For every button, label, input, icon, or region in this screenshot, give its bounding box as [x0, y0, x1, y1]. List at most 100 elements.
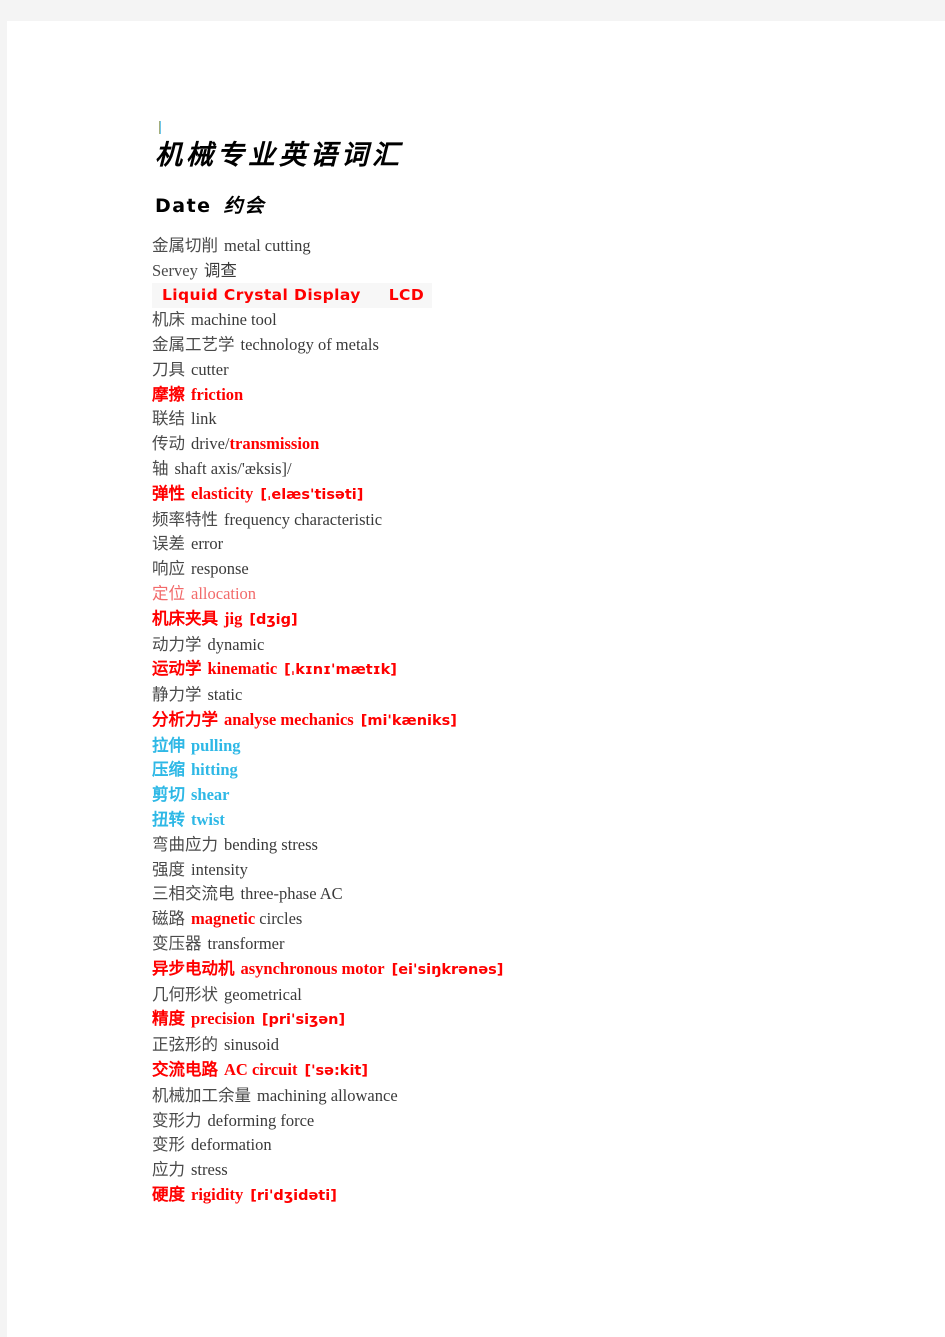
vocabulary-row: 传动 drive/transmission — [152, 432, 912, 457]
vocabulary-pronunciation: [ˌkɪnɪ'mætɪk] — [284, 662, 397, 679]
vocabulary-row: 弹性 elasticity [ˌelæs'tisəti] — [152, 482, 912, 508]
vocabulary-row: 应力 stress — [152, 1158, 912, 1183]
vocabulary-term: 频率特性 — [152, 509, 218, 529]
vocabulary-gloss: precision — [191, 1009, 255, 1029]
vocabulary-term: 变形力 — [152, 1110, 202, 1130]
vocabulary-row: 金属工艺学 technology of metals — [152, 333, 912, 358]
vocabulary-gloss: shear — [191, 785, 230, 805]
vocabulary-term: 动力学 — [152, 634, 202, 654]
vocabulary-term: 剪切 — [152, 785, 185, 805]
vocabulary-gloss: 调查 — [203, 260, 237, 280]
vocabulary-gloss: rigidity — [191, 1185, 244, 1205]
vocabulary-gloss: deformation — [191, 1135, 272, 1155]
vocabulary-row: 变形力 deforming force — [152, 1109, 912, 1134]
vocabulary-gloss: pulling — [191, 735, 241, 755]
vocabulary-term: 传动 — [152, 434, 185, 454]
vocabulary-term: 机床夹具 — [152, 608, 218, 628]
vocabulary-term: 机床 — [152, 310, 185, 330]
vocabulary-term: 金属切削 — [152, 235, 218, 255]
vocabulary-abbreviation: LCD — [388, 286, 425, 305]
vocabulary-term: 弯曲应力 — [152, 834, 218, 854]
vocabulary-pronunciation: [pri'siʒən] — [261, 1012, 346, 1029]
vocabulary-gloss: AC circuit — [224, 1060, 298, 1080]
vocabulary-term: 三相交流电 — [152, 884, 235, 904]
vocabulary-row: 变压器 transformer — [152, 932, 912, 957]
vocabulary-gloss: elasticity — [191, 483, 254, 503]
text-caret-icon — [159, 121, 161, 134]
vocabulary-row: 硬度 rigidity [ri'dʒidəti] — [152, 1183, 912, 1209]
vocabulary-row: 刀具 cutter — [152, 358, 912, 383]
vocabulary-gloss: shaft axis/'æksis]/ — [174, 458, 292, 478]
vocabulary-gloss: machining allowance — [257, 1085, 398, 1105]
vocabulary-row: Servey 调查 — [152, 259, 912, 284]
vocabulary-row: 响应 response — [152, 557, 912, 582]
date-heading-label: Date — [155, 194, 212, 217]
vocabulary-row: 三相交流电 three-phase AC — [152, 882, 912, 907]
vocabulary-term: 精度 — [152, 1009, 185, 1029]
vocabulary-term: 正弦形的 — [152, 1035, 218, 1055]
vocabulary-gloss: drive/transmission — [191, 434, 319, 453]
vocabulary-row: 金属切削 metal cutting — [152, 234, 912, 259]
vocabulary-row: 动力学 dynamic — [152, 633, 912, 658]
vocabulary-gloss: sinusoid — [224, 1035, 280, 1055]
date-heading-chinese: 约会 — [223, 194, 266, 217]
vocabulary-row: 几何形状 geometrical — [152, 983, 912, 1008]
vocabulary-term: Liquid Crystal Display — [162, 286, 361, 305]
vocabulary-term: 交流电路 — [152, 1060, 218, 1080]
vocabulary-row: 弯曲应力 bending stress — [152, 833, 912, 858]
vocabulary-term: 几何形状 — [152, 984, 218, 1004]
vocabulary-gloss: three-phase AC — [240, 884, 343, 904]
vocabulary-row: 机床 machine tool — [152, 308, 912, 333]
vocabulary-gloss-emphasis: magnetic — [191, 909, 256, 929]
vocabulary-gloss: cutter — [191, 359, 229, 379]
vocabulary-term: 拉伸 — [152, 735, 185, 755]
vocabulary-gloss: hitting — [191, 760, 238, 780]
vocabulary-row: 压缩 hitting — [152, 758, 912, 783]
vocabulary-gloss: jig — [224, 608, 243, 628]
vocabulary-row: 摩擦 friction — [152, 383, 912, 408]
document-page: 机械专业英语词汇 Date 约会 金属切削 metal cutting Servey 调… — [7, 21, 945, 1337]
vocabulary-row: 交流电路 AC circuit ['sə:kit] — [152, 1058, 912, 1084]
vocabulary-row: 分析力学 analyse mechanics [mi'kæniks] — [152, 708, 912, 734]
vocabulary-gloss: deforming force — [207, 1110, 315, 1130]
vocabulary-pronunciation: ['sə:kit] — [304, 1063, 368, 1080]
document-content: 机械专业英语词汇 Date 约会 金属切削 metal cutting Servey 调… — [152, 101, 912, 1209]
vocabulary-gloss: frequency characteristic — [224, 509, 383, 529]
vocabulary-gloss-emphasis: transmission — [229, 434, 320, 454]
vocabulary-gloss: transformer — [207, 934, 285, 954]
vocabulary-term: 变形 — [152, 1135, 185, 1155]
vocabulary-term: Servey — [152, 260, 198, 280]
vocabulary-gloss: geometrical — [224, 984, 302, 1004]
vocabulary-gloss: allocation — [191, 583, 257, 603]
vocabulary-row: 轴 shaft axis/'æksis]/ — [152, 457, 912, 482]
page-title: 机械专业英语词汇 — [155, 140, 403, 171]
vocabulary-row: 异步电动机 asynchronous motor [ei'siŋkrənəs] — [152, 957, 912, 983]
vocabulary-row: 静力学 static — [152, 683, 912, 708]
vocabulary-term: 扭转 — [152, 810, 185, 830]
vocabulary-gloss-prefix: drive/ — [191, 434, 230, 454]
vocabulary-row: 运动学 kinematic [ˌkɪnɪ'mætɪk] — [152, 657, 912, 683]
vocabulary-gloss: response — [191, 559, 249, 579]
vocabulary-row: 定位 allocation — [152, 582, 912, 607]
vocabulary-pronunciation: [ri'dʒidəti] — [250, 1188, 337, 1205]
vocabulary-term: 轴 — [152, 458, 169, 478]
vocabulary-row: 机床夹具 jig [dʒig] — [152, 607, 912, 633]
vocabulary-term: 定位 — [152, 583, 185, 603]
vocabulary-gloss: dynamic — [207, 634, 265, 654]
vocabulary-row: 正弦形的 sinusoid — [152, 1033, 912, 1058]
date-heading: Date 约会 — [155, 191, 912, 218]
vocabulary-row: 磁路 magnetic circles — [152, 907, 912, 932]
vocabulary-gloss: analyse mechanics — [224, 709, 354, 729]
vocabulary-list: 金属切削 metal cutting Servey 调查 Liquid Crystal … — [152, 234, 912, 1209]
vocabulary-row: 频率特性 frequency characteristic — [152, 508, 912, 533]
vocabulary-term: 压缩 — [152, 760, 185, 780]
vocabulary-row: 机械加工余量 machining allowance — [152, 1084, 912, 1109]
vocabulary-pronunciation: [ˌelæs'tisəti] — [260, 486, 364, 503]
vocabulary-term: 运动学 — [152, 659, 202, 679]
vocabulary-gloss: kinematic — [207, 659, 278, 679]
vocabulary-term: 强度 — [152, 859, 185, 879]
vocabulary-row: 扭转 twist — [152, 808, 912, 833]
vocabulary-term: 机械加工余量 — [152, 1085, 251, 1105]
vocabulary-term: 应力 — [152, 1160, 185, 1180]
vocabulary-term: 弹性 — [152, 483, 185, 503]
